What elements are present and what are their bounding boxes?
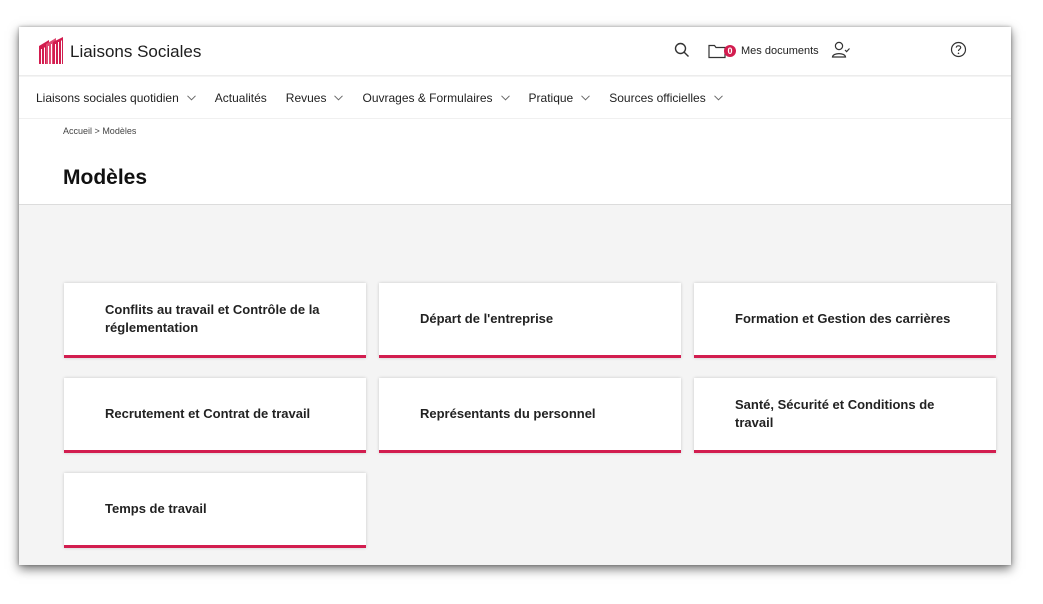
browser-window: Liaisons Sociales 0 Mes documents Liaiso… bbox=[19, 27, 1011, 565]
page-title: Modèles bbox=[63, 166, 148, 189]
card-label: Représentants du personnel bbox=[420, 406, 596, 421]
my-documents-button[interactable]: 0 Mes documents bbox=[708, 41, 819, 61]
breadcrumb-separator: > bbox=[94, 126, 100, 136]
nav-item-actualites[interactable]: Actualités bbox=[215, 91, 267, 105]
nav-item-label: Pratique bbox=[528, 90, 574, 105]
nav-item-revues[interactable]: Revues bbox=[286, 91, 344, 105]
logo-icon[interactable] bbox=[36, 36, 66, 66]
card-representants-personnel[interactable]: Représentants du personnel bbox=[379, 378, 681, 453]
nav-item-liaisons-sociales-quotidien[interactable]: Liaisons sociales quotidien bbox=[36, 91, 196, 105]
search-icon[interactable] bbox=[673, 41, 691, 59]
top-bar: Liaisons Sociales 0 Mes documents bbox=[19, 27, 1011, 76]
nav-item-sources-officielles[interactable]: Sources officielles bbox=[609, 91, 723, 105]
card-conflits-travail[interactable]: Conflits au travail et Contrôle de la ré… bbox=[64, 283, 366, 358]
breadcrumb: Accueil > Modèles bbox=[63, 126, 136, 136]
nav-item-label: Ouvrages & Formulaires bbox=[362, 90, 493, 105]
card-formation-carrieres[interactable]: Formation et Gestion des carrières bbox=[694, 283, 996, 358]
card-recrutement-contrat[interactable]: Recrutement et Contrat de travail bbox=[64, 378, 366, 453]
help-circle-icon[interactable] bbox=[950, 41, 967, 58]
chevron-down-icon bbox=[713, 94, 723, 101]
card-label: Départ de l'entreprise bbox=[420, 311, 554, 326]
page-header: Accueil > Modèles Modèles bbox=[19, 119, 1011, 205]
my-documents-label: Mes documents bbox=[741, 45, 819, 57]
main-navigation: Liaisons sociales quotidien Actualités R… bbox=[19, 77, 1011, 119]
brand-name[interactable]: Liaisons Sociales bbox=[70, 42, 201, 62]
chevron-down-icon bbox=[581, 94, 591, 101]
chevron-down-icon bbox=[500, 94, 510, 101]
card-temps-travail[interactable]: Temps de travail bbox=[64, 473, 366, 548]
breadcrumb-current: Modèles bbox=[102, 126, 137, 136]
card-label: Santé, Sécurité et Conditions de travail bbox=[735, 397, 935, 430]
card-label: Conflits au travail et Contrôle de la ré… bbox=[105, 302, 320, 335]
user-check-icon[interactable] bbox=[831, 40, 851, 60]
card-label: Recrutement et Contrat de travail bbox=[105, 406, 311, 421]
nav-item-pratique[interactable]: Pratique bbox=[529, 91, 591, 105]
nav-item-label: Actualités bbox=[214, 90, 267, 105]
card-label: Temps de travail bbox=[105, 501, 207, 516]
nav-item-ouvrages-formulaires[interactable]: Ouvrages & Formulaires bbox=[362, 90, 510, 105]
nav-item-label: Revues bbox=[285, 90, 327, 105]
documents-count-badge: 0 bbox=[724, 45, 736, 57]
nav-item-label: Liaisons sociales quotidien bbox=[36, 90, 179, 105]
breadcrumb-home-link[interactable]: Accueil bbox=[63, 126, 92, 136]
nav-item-label: Sources officielles bbox=[609, 90, 706, 105]
card-depart-entreprise[interactable]: Départ de l'entreprise bbox=[379, 283, 681, 358]
card-label: Formation et Gestion des carrières bbox=[735, 311, 951, 326]
chevron-down-icon bbox=[186, 94, 196, 101]
chevron-down-icon bbox=[334, 94, 344, 101]
card-sante-securite[interactable]: Santé, Sécurité et Conditions de travail bbox=[694, 378, 996, 453]
